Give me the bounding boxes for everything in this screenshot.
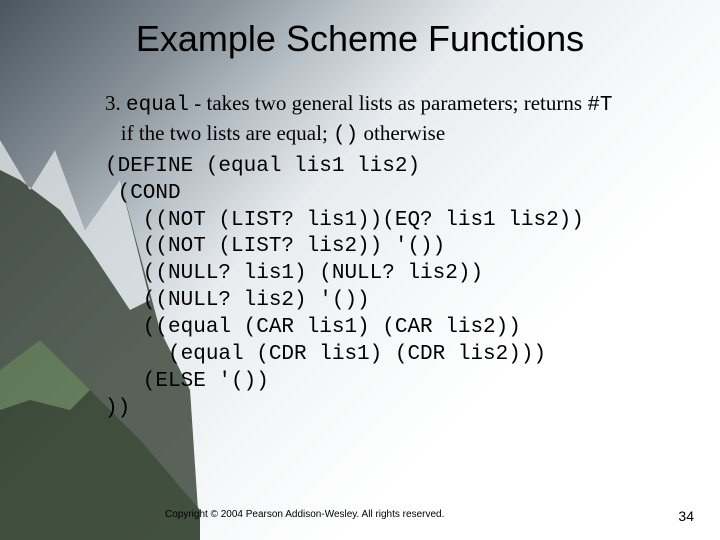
code-block: (DEFINE (equal lis1 lis2) (COND ((NOT (L… [105,154,720,423]
page-number: 34 [678,508,694,524]
intro-text: 3. equal - takes two general lists as pa… [105,90,720,150]
intro-line2b: otherwise [364,121,446,145]
intro-mid1: - takes two general lists as parameters;… [189,91,587,115]
item-number: 3. [105,91,126,115]
empty-list: () [333,124,358,147]
fn-name: equal [126,94,189,117]
slide: Example Scheme Functions 3. equal - take… [0,0,720,540]
slide-body: 3. equal - takes two general lists as pa… [105,90,720,423]
copyright-footer: Copyright © 2004 Pearson Addison-Wesley.… [165,509,444,520]
intro-line2a: if the two lists are equal; [121,121,333,145]
return-true: #T [587,94,612,117]
slide-title: Example Scheme Functions [0,18,720,60]
